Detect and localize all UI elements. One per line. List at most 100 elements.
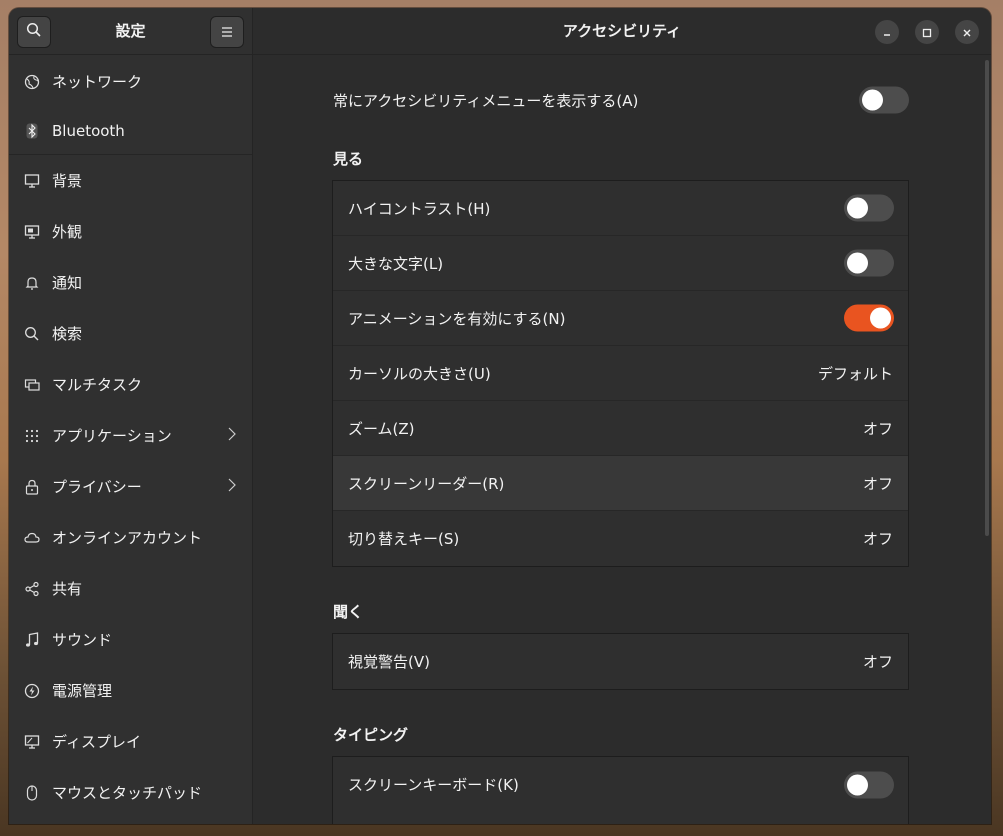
sidebar-item-label: オンラインアカウント: [52, 529, 203, 547]
typing-card: スクリーンキーボード(K): [332, 756, 909, 824]
toggle-knob: [847, 197, 868, 219]
sidebar-item-privacy[interactable]: プライバシー: [9, 461, 252, 512]
sidebar-item-label: サウンド: [52, 631, 113, 649]
toggle-knob: [862, 89, 883, 111]
appearance-icon: [23, 223, 41, 241]
row-label: 視覚警告(V): [348, 653, 430, 671]
toggle-knob: [870, 307, 891, 329]
music-note-icon: [23, 631, 41, 649]
sidebar-item-label: 電源管理: [52, 682, 113, 700]
animations-row[interactable]: アニメーションを有効にする(N): [333, 291, 908, 346]
sidebar-item-sound[interactable]: サウンド: [9, 614, 252, 665]
hamburger-icon: [220, 23, 234, 42]
always-show-menu-label: 常にアクセシビリティメニューを表示する(A): [333, 91, 639, 110]
sidebar-item-appearance[interactable]: 外観: [9, 206, 252, 257]
cloud-icon: [23, 529, 41, 547]
sidebar-item-display[interactable]: ディスプレイ: [9, 716, 252, 767]
section-title-typing: タイピング: [333, 726, 409, 744]
toggle-knob: [847, 252, 868, 274]
row-value: オフ: [862, 474, 893, 493]
large-text-row[interactable]: 大きな文字(L): [333, 236, 908, 291]
monitor-icon: [23, 172, 41, 190]
row-label: スクリーンキーボード(K): [348, 776, 519, 794]
search-button[interactable]: [17, 16, 51, 48]
section-title-hearing: 聞く: [333, 603, 364, 621]
visual-alerts-row[interactable]: 視覚警告(V) オフ: [333, 634, 908, 689]
always-show-menu-toggle[interactable]: [859, 86, 909, 114]
scrollbar[interactable]: [985, 60, 989, 536]
screen-keyboard-row[interactable]: スクリーンキーボード(K): [333, 757, 908, 812]
sidebar-item-power[interactable]: 電源管理: [9, 665, 252, 716]
close-icon: [962, 23, 972, 42]
sidebar-item-label: ネットワーク: [52, 73, 143, 91]
row-value: オフ: [862, 530, 893, 548]
sidebar-item-label: マルチタスク: [52, 376, 143, 394]
chevron-right-icon: [228, 478, 236, 496]
high-contrast-toggle[interactable]: [844, 194, 894, 222]
close-button[interactable]: [955, 20, 979, 44]
grid-icon: [23, 427, 41, 445]
minimize-icon: [882, 23, 892, 42]
sidebar-item-label: 検索: [52, 325, 83, 343]
sidebar-item-label: 共有: [52, 580, 83, 598]
sidebar: 設定 ネットワーク Bluetooth 背景 外観 通知 検索 マルチタスク ア…: [9, 8, 253, 824]
switch-keys-row[interactable]: 切り替えキー(S) オフ: [333, 511, 908, 566]
maximize-button[interactable]: [915, 20, 939, 44]
row-label: アニメーションを有効にする(N): [348, 309, 566, 328]
hearing-card: 視覚警告(V) オフ: [332, 633, 909, 690]
search-icon: [26, 22, 42, 42]
header-bar: アクセシビリティ: [253, 8, 991, 55]
sidebar-item-online-accounts[interactable]: オンラインアカウント: [9, 512, 252, 563]
sidebar-list: ネットワーク Bluetooth 背景 外観 通知 検索 マルチタスク アプリケ…: [9, 56, 252, 818]
sidebar-item-multitasking[interactable]: マルチタスク: [9, 359, 252, 410]
zoom-row[interactable]: ズーム(Z) オフ: [333, 401, 908, 456]
sidebar-item-sharing[interactable]: 共有: [9, 563, 252, 614]
bluetooth-icon: [23, 122, 41, 140]
sidebar-item-label: 外観: [52, 223, 83, 241]
animations-toggle[interactable]: [844, 304, 894, 332]
share-icon: [23, 580, 41, 598]
sidebar-item-applications[interactable]: アプリケーション: [9, 410, 252, 461]
toggle-knob: [847, 774, 868, 795]
sidebar-item-label: 背景: [52, 172, 83, 190]
screen-keyboard-toggle[interactable]: [844, 771, 894, 798]
sidebar-item-background[interactable]: 背景: [9, 155, 252, 206]
sidebar-item-label: Bluetooth: [52, 121, 125, 140]
globe-icon: [23, 73, 41, 91]
sidebar-title: 設定: [115, 22, 146, 40]
row-value: オフ: [862, 419, 893, 438]
seeing-card: ハイコントラスト(H) 大きな文字(L) アニメーションを有効にする(N) カー…: [332, 180, 909, 567]
sidebar-item-label: アプリケーション: [52, 427, 172, 445]
row-value: デフォルト: [817, 364, 893, 383]
sidebar-item-notifications[interactable]: 通知: [9, 257, 252, 308]
content-pane: アクセシビリティ 常にアクセシビリティメニューを表示する(A) 見る ハイコント…: [253, 8, 991, 824]
sidebar-item-bluetooth[interactable]: Bluetooth: [9, 107, 252, 155]
chevron-right-icon: [228, 427, 236, 445]
row-value: オフ: [862, 653, 893, 671]
sidebar-item-search[interactable]: 検索: [9, 308, 252, 359]
section-title-seeing: 見る: [333, 150, 364, 168]
cursor-size-row[interactable]: カーソルの大きさ(U) デフォルト: [333, 346, 908, 401]
screen-reader-row[interactable]: スクリーンリーダー(R) オフ: [333, 456, 908, 511]
lock-icon: [23, 478, 41, 496]
sidebar-item-label: マウスとタッチパッド: [52, 784, 203, 802]
search-icon: [23, 325, 41, 343]
mouse-icon: [23, 784, 41, 802]
bell-icon: [23, 274, 41, 292]
menu-button[interactable]: [210, 16, 244, 48]
display-icon: [23, 733, 41, 751]
row-label: ハイコントラスト(H): [348, 199, 491, 218]
sidebar-item-mouse-touchpad[interactable]: マウスとタッチパッド: [9, 767, 252, 818]
minimize-button[interactable]: [875, 20, 899, 44]
sidebar-item-label: 通知: [52, 274, 83, 292]
large-text-toggle[interactable]: [844, 249, 894, 277]
sidebar-header: 設定: [9, 8, 252, 55]
row-label: スクリーンリーダー(R): [348, 474, 505, 493]
row-label: カーソルの大きさ(U): [348, 364, 491, 383]
high-contrast-row[interactable]: ハイコントラスト(H): [333, 181, 908, 236]
row-label: ズーム(Z): [348, 419, 415, 438]
row-label: 切り替えキー(S): [348, 530, 460, 548]
always-show-menu-row[interactable]: 常にアクセシビリティメニューを表示する(A): [333, 83, 909, 117]
sidebar-item-network[interactable]: ネットワーク: [9, 56, 252, 107]
multitask-icon: [23, 376, 41, 394]
